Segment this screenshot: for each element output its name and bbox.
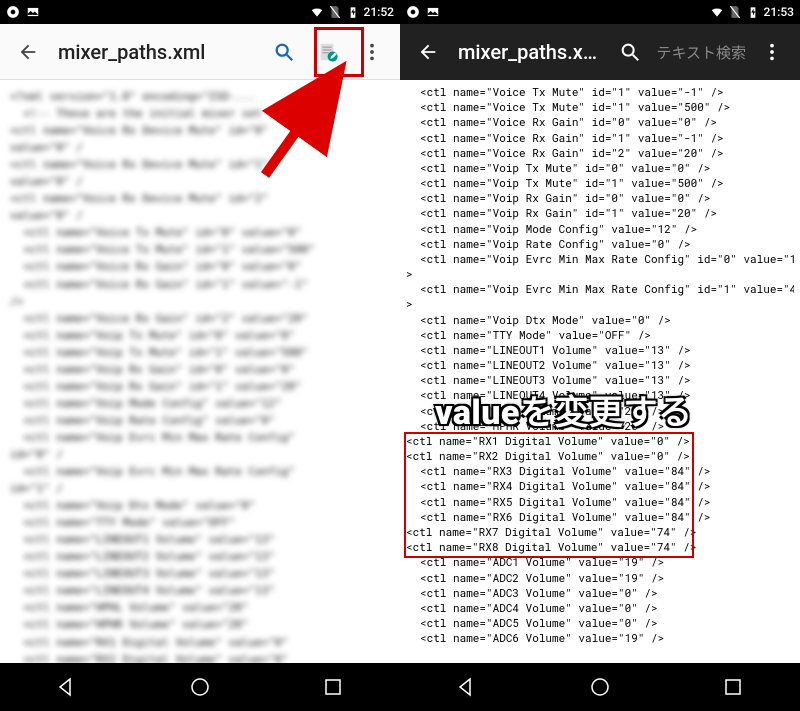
battery-charging-icon	[746, 5, 760, 19]
right-screenshot: 21:53 mixer_paths.x… テキスト検索 <ctl name="V…	[400, 0, 800, 711]
nav-home[interactable]	[188, 675, 212, 699]
code-line[interactable]: <ctl name="Voice Rx Gain" id="1" value="…	[406, 130, 794, 145]
nav-recent[interactable]	[721, 675, 745, 699]
blurred-code: <?xml version="1.0" encoding="ISO-... <!…	[0, 80, 400, 663]
search-button[interactable]	[608, 30, 652, 74]
code-line[interactable]: <ctl name="Voip Rx Gain" id="0" value="0…	[406, 190, 794, 205]
photos-notif-icon	[26, 5, 40, 19]
search-placeholder[interactable]: テキスト検索	[652, 42, 750, 63]
overflow-menu-button[interactable]	[750, 30, 794, 74]
code-line[interactable]: <ctl name="Voip Dtx Mode" value="0" />	[406, 312, 794, 327]
photos-notif-icon	[426, 5, 440, 19]
edit-button[interactable]	[306, 30, 350, 74]
code-line[interactable]: <ctl name="Voice Rx Gain" id="2" value="…	[406, 145, 794, 160]
no-sim-icon	[728, 5, 742, 19]
wifi-icon	[310, 5, 324, 19]
code-line[interactable]: <ctl name="RX4 Digital Volume" value="84…	[406, 478, 794, 493]
code-line[interactable]: <ctl name="RX3 Digital Volume" value="84…	[406, 463, 794, 478]
code-line[interactable]: <ctl name="ADC3 Volume" value="0" />	[406, 585, 794, 600]
code-line[interactable]: <ctl name="LINEOUT2 Volume" value="13" /…	[406, 357, 794, 372]
file-content-blurred: <?xml version="1.0" encoding="ISO-... <!…	[0, 80, 400, 663]
search-button[interactable]	[262, 30, 306, 74]
code-line[interactable]: <ctl name="ADC2 Volume" value="19" />	[406, 570, 794, 585]
page-title: mixer_paths.x…	[450, 40, 608, 64]
code-line[interactable]: <ctl name="Voice Rx Gain" id="0" value="…	[406, 114, 794, 129]
no-sim-icon	[328, 5, 342, 19]
code-line[interactable]: <ctl name="LINEOUT1 Volume" value="13" /…	[406, 342, 794, 357]
app-notif-icon	[6, 5, 20, 19]
left-screenshot: 21:52 mixer_paths.xml <?xml version="1.0…	[0, 0, 400, 711]
nav-home[interactable]	[588, 675, 612, 699]
status-bar: 21:53	[400, 0, 800, 24]
code-line[interactable]: <ctl name="HPHR Volume" value="20" />	[406, 418, 794, 433]
code-line[interactable]: <ctl name="ADC4 Volume" value="0" />	[406, 600, 794, 615]
code-line[interactable]: <ctl name="ADC5 Volume" value="0" />	[406, 615, 794, 630]
code-line[interactable]: <ctl name="LINEOUT3 Volume" value="13" /…	[406, 372, 794, 387]
status-time: 21:52	[364, 5, 394, 19]
page-title: mixer_paths.xml	[50, 40, 262, 64]
app-bar: mixer_paths.xml	[0, 24, 400, 80]
code-line[interactable]: <ctl name="Voip Mode Config" value="12" …	[406, 221, 794, 236]
overflow-menu-button[interactable]	[350, 30, 394, 74]
code-line[interactable]: <ctl name="ADC6 Volume" value="19" />	[406, 630, 794, 645]
nav-bar	[0, 663, 400, 711]
code-line[interactable]: <ctl name="HPHL Volume" value="20" />	[406, 403, 794, 418]
code-line[interactable]: <ctl name="Voip Evrc Min Max Rate Config…	[406, 281, 794, 296]
code-line[interactable]: <ctl name="RX7 Digital Volume" value="74…	[406, 524, 794, 539]
code-line[interactable]: <ctl name="RX1 Digital Volume" value="0"…	[406, 433, 794, 448]
nav-back[interactable]	[455, 675, 479, 699]
status-bar: 21:52	[0, 0, 400, 24]
code-line[interactable]: <ctl name="Voip Tx Mute" id="0" value="0…	[406, 160, 794, 175]
wifi-icon	[710, 5, 724, 19]
code-line[interactable]: <ctl name="Voip Evrc Min Max Rate Config…	[406, 251, 794, 266]
code-line[interactable]: <ctl name="TTY Mode" value="OFF" />	[406, 327, 794, 342]
app-bar: mixer_paths.x… テキスト検索	[400, 24, 800, 80]
code-line[interactable]: <ctl name="Voice Tx Mute" id="1" value="…	[406, 84, 794, 99]
back-button[interactable]	[6, 30, 50, 74]
code-line[interactable]: <ctl name="RX2 Digital Volume" value="0"…	[406, 448, 794, 463]
app-notif-icon	[406, 5, 420, 19]
nav-back[interactable]	[55, 675, 79, 699]
file-content[interactable]: <ctl name="Voice Tx Mute" id="1" value="…	[400, 80, 800, 663]
nav-recent[interactable]	[321, 675, 345, 699]
code-line[interactable]: <ctl name="Voip Tx Mute" id="1" value="5…	[406, 175, 794, 190]
battery-charging-icon	[346, 5, 360, 19]
code-line[interactable]: >	[406, 266, 794, 281]
code-line[interactable]: <ctl name="ADC1 Volume" value="19" />	[406, 554, 794, 569]
back-button[interactable]	[406, 30, 450, 74]
code-line[interactable]: <ctl name="RX6 Digital Volume" value="84…	[406, 509, 794, 524]
code-line[interactable]: <ctl name="Voip Rate Config" value="0" /…	[406, 236, 794, 251]
code-line[interactable]: <ctl name="RX5 Digital Volume" value="84…	[406, 494, 794, 509]
status-time: 21:53	[764, 5, 794, 19]
code-line[interactable]: <ctl name="Voip Rx Gain" id="1" value="2…	[406, 205, 794, 220]
code-line[interactable]: <ctl name="RX8 Digital Volume" value="74…	[406, 539, 794, 554]
code-line[interactable]: <ctl name="LINEOUT4 Volume" value="13" /…	[406, 387, 794, 402]
code-line[interactable]: >	[406, 296, 794, 311]
nav-bar	[400, 663, 800, 711]
code-line[interactable]: <ctl name="Voice Tx Mute" id="1" value="…	[406, 99, 794, 114]
